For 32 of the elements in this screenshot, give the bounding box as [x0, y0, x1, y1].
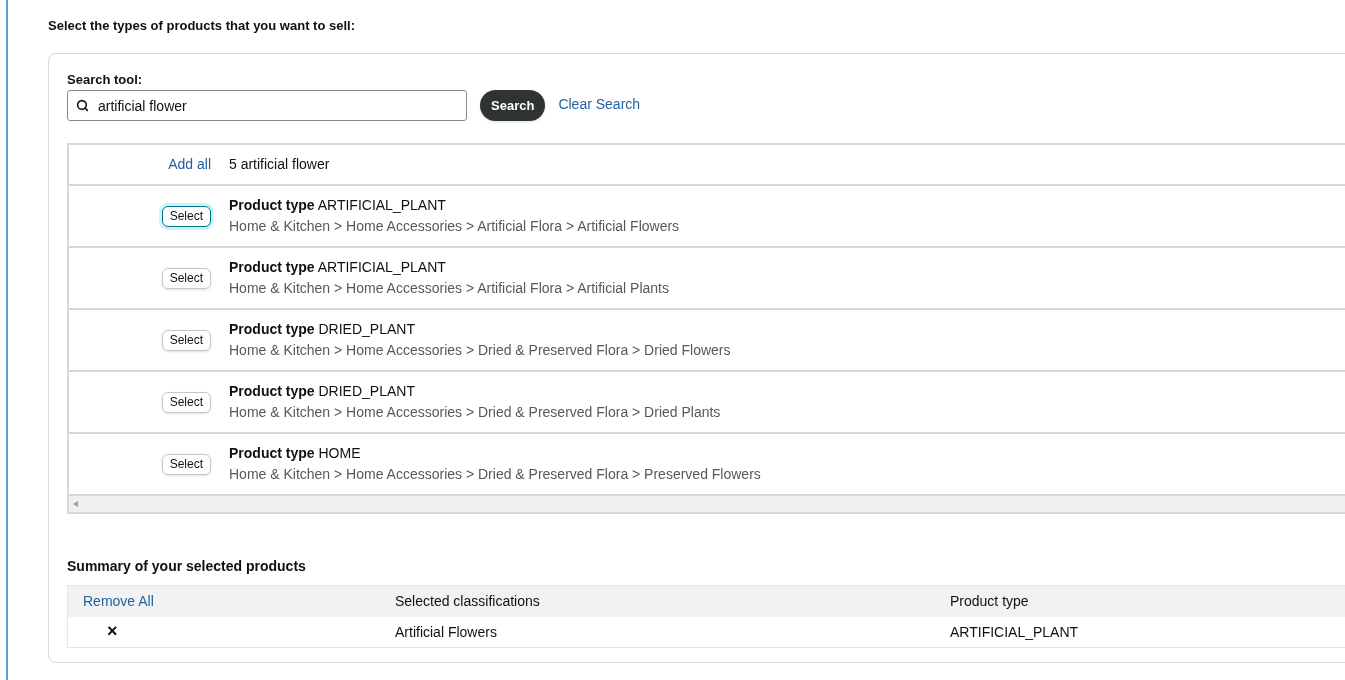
clear-search-link[interactable]: Clear Search	[558, 94, 641, 115]
summary-title: Summary of your selected products	[67, 557, 306, 576]
remove-all-link[interactable]: Remove All	[83, 593, 154, 609]
scroll-left-icon[interactable]	[73, 501, 78, 507]
select-button[interactable]: Select	[161, 267, 211, 289]
product-type: Product type ARTIFICIAL_PLANT	[229, 258, 446, 277]
category-path: Home & Kitchen > Home Accessories > Artificial Flora > Artificial Plants	[229, 279, 669, 298]
table-cell-text: Artificial Flowers	[395, 622, 498, 642]
horizontal-scrollbar[interactable]	[69, 496, 1345, 512]
search-field[interactable]: artificial flower	[67, 90, 467, 121]
category-path: Home & Kitchen > Home Accessories > Dried & Preserved Flora > Dried Flowers	[229, 341, 731, 360]
category-path: Home & Kitchen > Home Accessories > Dried & Preserved Flora > Dried Plants	[229, 403, 721, 422]
column-header: Product type	[950, 592, 1029, 611]
select-button[interactable]: Select	[161, 329, 211, 351]
column-header: Selected classifications	[395, 592, 541, 611]
product-type: Product type HOME	[229, 444, 361, 463]
search-label: Search tool:	[67, 70, 143, 89]
product-type: Product type DRIED_PLANT	[229, 320, 415, 339]
search-icon	[76, 99, 89, 112]
category-path: Home & Kitchen > Home Accessories > Dried & Preserved Flora > Preserved Flowers	[229, 465, 761, 484]
remove-button[interactable]: ×	[107, 621, 118, 640]
section-heading: Select the types of products that you want to sell:	[48, 17, 355, 35]
search-button[interactable]: Search	[480, 90, 546, 121]
select-button[interactable]: Select	[161, 205, 211, 227]
product-type: Product type ARTIFICIAL_PLANT	[229, 196, 446, 215]
result-count: 5 artificial flower	[229, 155, 330, 174]
table-cell-text: ARTIFICIAL_PLANT	[950, 622, 1079, 642]
product-type: Product type DRIED_PLANT	[229, 382, 415, 401]
add-all-link[interactable]: Add all	[168, 154, 211, 175]
select-button[interactable]: Select	[161, 453, 211, 475]
category-path: Home & Kitchen > Home Accessories > Artificial Flora > Artificial Flowers	[229, 217, 680, 236]
select-button[interactable]: Select	[161, 391, 211, 413]
